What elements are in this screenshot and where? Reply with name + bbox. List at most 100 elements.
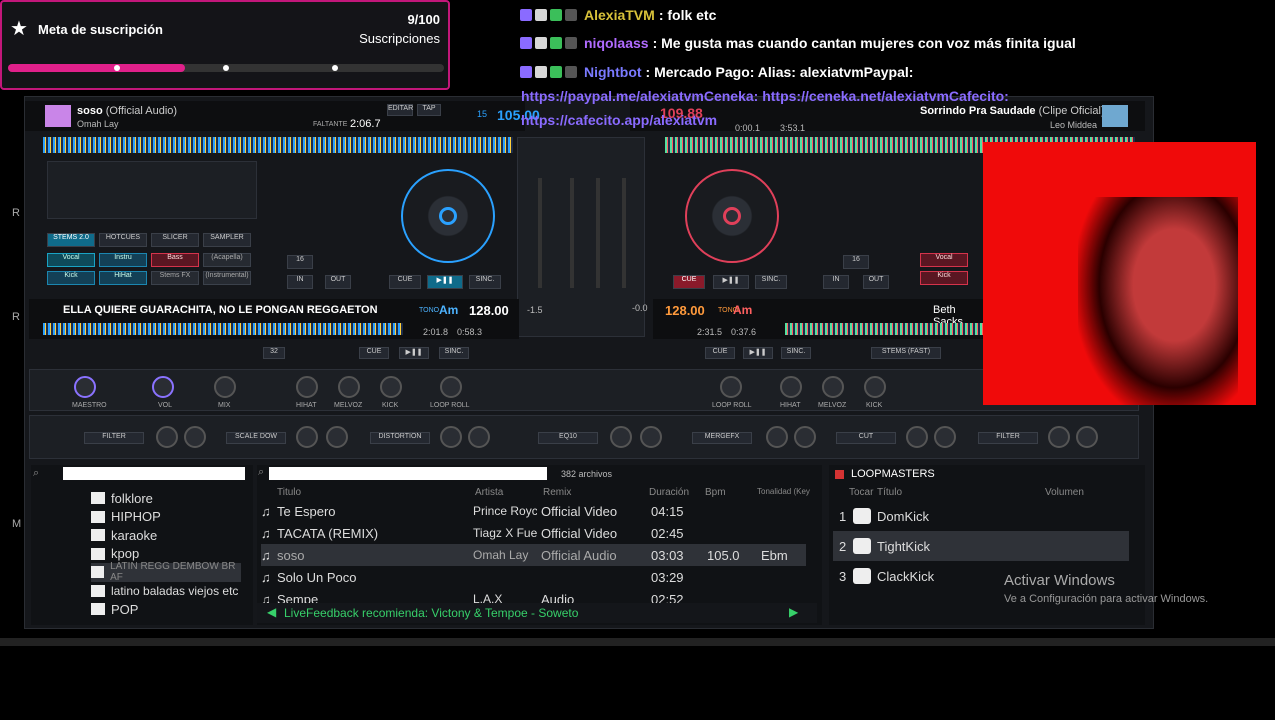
eq-32hz-knob[interactable] — [610, 426, 632, 448]
stem-pad[interactable]: Kick — [920, 271, 968, 285]
stem-pad[interactable]: Vocal — [920, 253, 968, 267]
play-pause-button-d[interactable]: ▶❚❚ — [743, 347, 773, 359]
chat-username[interactable]: AlexiaTVM — [584, 7, 655, 23]
in-button-a[interactable]: IN — [287, 275, 313, 289]
folder-item[interactable]: karaoke — [91, 526, 241, 545]
cue-button-c[interactable]: CUE — [359, 347, 389, 359]
waveform-c[interactable] — [43, 323, 403, 335]
stem-pad[interactable]: Vocal — [47, 253, 95, 267]
col-bpm[interactable]: Bpm — [705, 487, 726, 498]
sync-button-d[interactable]: SINC. — [781, 347, 811, 359]
track-row[interactable]: ♫ TACATA (REMIX) Tiagz X Fuer... Official V… — [261, 522, 806, 544]
effect-select[interactable]: DISTORTION — [370, 432, 430, 444]
folder-item[interactable]: LATIN REGG DEMBOW BR AF — [91, 561, 241, 583]
col-artist[interactable]: Artista — [475, 487, 503, 498]
jog-wheel-b[interactable] — [685, 169, 779, 263]
cue-button-a[interactable]: CUE — [389, 275, 421, 289]
chat-link[interactable]: https://paypal.me/alexiatvmCeneka: https… — [521, 88, 1009, 104]
play-pause-button-b[interactable]: ▶❚❚ — [713, 275, 749, 289]
out-button-a[interactable]: OUT — [325, 275, 351, 289]
edit-button[interactable]: EDITAR — [387, 104, 413, 116]
stem-pad[interactable]: (Instrumental) — [203, 271, 251, 285]
loop-roll-knob[interactable] — [440, 376, 462, 398]
melvoz-knob[interactable] — [338, 376, 360, 398]
loop-row[interactable]: 1 DomKick — [833, 501, 1129, 531]
eq-60hz-knob[interactable] — [640, 426, 662, 448]
channel-fader-c[interactable] — [570, 178, 574, 288]
waveform-d[interactable] — [785, 323, 985, 335]
pos-knob[interactable] — [1048, 426, 1070, 448]
res-knob[interactable] — [184, 426, 206, 448]
str-knob[interactable] — [766, 426, 788, 448]
stem-pad[interactable]: (Acapella) — [203, 253, 251, 267]
channel-fader-d[interactable] — [596, 178, 600, 288]
folder-item[interactable]: folklore — [91, 489, 241, 508]
folder-item[interactable]: latino baladas viejos etc — [91, 582, 241, 601]
effect-select[interactable]: EQ10 — [538, 432, 598, 444]
folder-item[interactable]: POP — [91, 600, 241, 619]
cue-button-d[interactable]: CUE — [705, 347, 735, 359]
hihat-knob[interactable] — [780, 376, 802, 398]
col-title[interactable]: Titulo — [277, 487, 301, 498]
mix-knob[interactable] — [214, 376, 236, 398]
tap-button[interactable]: TAP — [417, 104, 441, 116]
channel-fader-a[interactable] — [538, 178, 542, 288]
track-row[interactable]: ♫ soso Omah Lay Official Audio 03:03 105.0 Ebm — [261, 544, 806, 566]
tab-sampler[interactable]: SAMPLER — [203, 233, 251, 247]
cue-button-b[interactable]: CUE — [673, 275, 705, 289]
tab-stems[interactable]: STEMS 2.0 — [47, 233, 95, 247]
melvoz-knob[interactable] — [822, 376, 844, 398]
stem-pad[interactable]: Stems FX — [151, 271, 199, 285]
dsm-knob[interactable] — [468, 426, 490, 448]
loop-roll-knob[interactable] — [720, 376, 742, 398]
track-row[interactable]: ♫ Solo Un Poco 03:29 — [261, 566, 806, 588]
stem-pad[interactable]: Bass — [151, 253, 199, 267]
track-search-input[interactable] — [269, 467, 547, 480]
effect-select[interactable]: MERGEFX — [692, 432, 752, 444]
jog-wheel-a[interactable] — [401, 169, 495, 263]
vol-knob[interactable] — [152, 376, 174, 398]
stem-pad[interactable]: HiHat — [99, 271, 147, 285]
arrow-left-icon[interactable]: ◀ — [267, 605, 276, 619]
track-row[interactable]: ♫ Te Espero Prince Royce Official Video 04:1… — [261, 500, 806, 522]
tab-slicer[interactable]: SLICER — [151, 233, 199, 247]
out-button-b[interactable]: OUT — [863, 275, 889, 289]
stem-pad[interactable]: Kick — [47, 271, 95, 285]
loop-size-a[interactable]: 16 — [287, 255, 313, 269]
chat-username[interactable]: Nightbot — [584, 64, 642, 80]
stem-pad[interactable]: Instru — [99, 253, 147, 267]
in-button-b[interactable]: IN — [823, 275, 849, 289]
res-knob[interactable] — [1076, 426, 1098, 448]
maestro-knob[interactable] — [74, 376, 96, 398]
pos-knob[interactable] — [156, 426, 178, 448]
chat-username[interactable]: niqolaass — [584, 35, 649, 51]
folder-item[interactable]: kpop — [91, 545, 241, 564]
loop-size-b[interactable]: 16 — [843, 255, 869, 269]
folder-item[interactable]: HIPHOP — [91, 508, 241, 527]
channel-fader-b[interactable] — [622, 178, 626, 288]
kick-knob[interactable] — [380, 376, 402, 398]
effect-select[interactable]: CUT — [836, 432, 896, 444]
sync-button-a[interactable]: SINC. — [469, 275, 501, 289]
str-knob[interactable] — [296, 426, 318, 448]
tab-hotcues[interactable]: HOTCUES — [99, 233, 147, 247]
kick-knob[interactable] — [864, 376, 886, 398]
arrow-right-icon[interactable]: ▶ — [789, 605, 798, 619]
effect-select[interactable]: SCALE DOW — [226, 432, 286, 444]
sync-button-b[interactable]: SINC. — [755, 275, 787, 289]
loop-row[interactable]: 2 TightKick — [833, 531, 1129, 561]
col-key[interactable]: Tonalidad (Key — [757, 487, 810, 496]
play-pause-button-a[interactable]: ▶❚❚ — [427, 275, 463, 289]
folder-search-input[interactable] — [63, 467, 245, 480]
effect-select[interactable]: FILTER — [84, 432, 144, 444]
play-pause-button-c[interactable]: ▶❚❚ — [399, 347, 429, 359]
hihat-knob[interactable] — [296, 376, 318, 398]
chat-link[interactable]: https://cafecito.app/alexiatvm — [521, 112, 717, 128]
slot-knob[interactable] — [794, 426, 816, 448]
effect-select[interactable]: FILTER — [978, 432, 1038, 444]
sync-button-c[interactable]: SINC. — [439, 347, 469, 359]
len-knob[interactable] — [934, 426, 956, 448]
col-duration[interactable]: Duración — [649, 487, 689, 498]
waveform-a[interactable] — [43, 137, 513, 153]
len-knob[interactable] — [326, 426, 348, 448]
